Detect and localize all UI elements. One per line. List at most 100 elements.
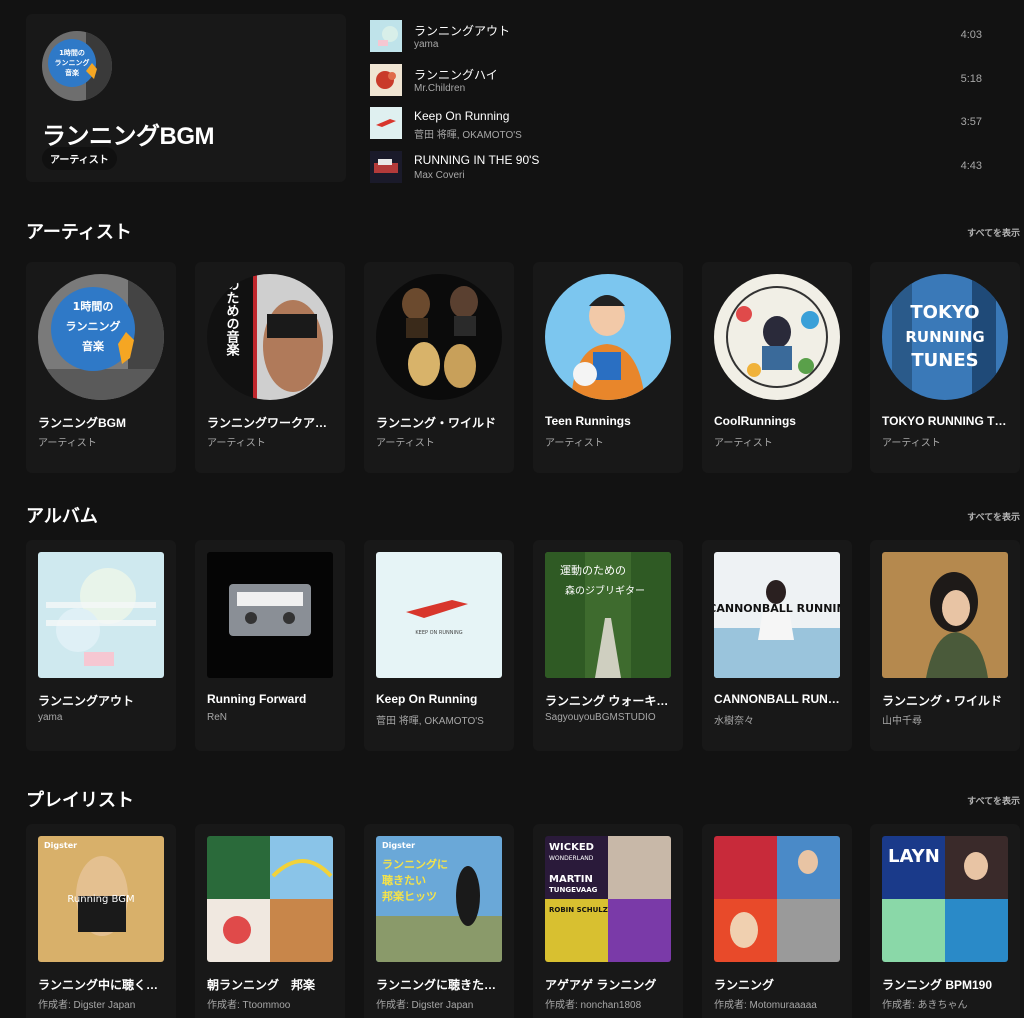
artist-card[interactable]: ランニング・ワイルド アーティスト bbox=[364, 262, 514, 473]
card-subtitle[interactable]: yama bbox=[38, 712, 166, 723]
art-text: CANNONBALL RUNNIN bbox=[714, 602, 840, 615]
album-cover bbox=[207, 552, 333, 678]
card-subtitle[interactable]: 山中千尋 bbox=[882, 712, 1010, 727]
song-title[interactable]: Keep On Running bbox=[414, 109, 509, 123]
playlist-card[interactable]: 朝ランニング 邦楽 作成者: Ttoommoo bbox=[195, 824, 345, 1018]
card-title[interactable]: TOKYO RUNNING T… bbox=[882, 414, 1010, 428]
card-title[interactable]: Keep On Running bbox=[376, 692, 504, 706]
song-title[interactable]: RUNNING IN THE 90'S bbox=[414, 153, 539, 167]
art-text: 森のジブリギター bbox=[565, 584, 645, 597]
card-title[interactable]: Running Forward bbox=[207, 692, 335, 706]
song-duration: 3:57 bbox=[960, 116, 982, 128]
art-text: Digster bbox=[382, 841, 415, 850]
album-card[interactable]: ランニング・ワイルド 山中千尋 bbox=[870, 540, 1020, 751]
art-text: 邦楽ヒッツ bbox=[382, 889, 437, 903]
song-artist[interactable]: Mr.Children bbox=[414, 83, 465, 94]
album-card[interactable]: ランニングアウト yama bbox=[26, 540, 176, 751]
card-title[interactable]: 朝ランニング 邦楽 bbox=[207, 976, 335, 993]
section-title[interactable]: アーティスト bbox=[26, 218, 132, 244]
song-row[interactable]: ランニングアウト yama 4:03 bbox=[370, 14, 990, 58]
song-artist[interactable]: yama bbox=[414, 39, 438, 50]
card-subtitle[interactable]: ReN bbox=[207, 712, 335, 723]
art-text: LAYN bbox=[888, 846, 940, 867]
art-text: TUNES bbox=[911, 350, 978, 371]
artist-card[interactable]: TOKYO RUNNING TUNES TOKYO RUNNING T… アーテ… bbox=[870, 262, 1020, 473]
art-text: 聴きたい bbox=[382, 873, 426, 887]
artist-card[interactable]: Teen Runnings アーティスト bbox=[533, 262, 683, 473]
card-subtitle[interactable]: 作成者: Motomuraaaaa bbox=[714, 996, 842, 1011]
song-title[interactable]: ランニングアウト bbox=[414, 22, 510, 39]
artist-card[interactable]: 1時間の ランニング 音楽 ランニングBGM アーティスト bbox=[26, 262, 176, 473]
album-cover: KEEP ON RUNNING bbox=[376, 552, 502, 678]
art-text: MARTIN bbox=[549, 874, 593, 885]
card-title[interactable]: ランニング・ワイルド bbox=[882, 692, 1010, 709]
card-title[interactable]: CoolRunnings bbox=[714, 414, 842, 428]
section-title[interactable]: アルバム bbox=[26, 502, 98, 528]
artist-image: 運動のための音楽 bbox=[207, 274, 333, 400]
card-title[interactable]: ランニング ウォーキ… bbox=[545, 692, 673, 709]
art-text: TOKYO bbox=[910, 302, 979, 323]
playlist-cover: Digster ランニングに 聴きたい 邦楽ヒッツ bbox=[376, 836, 502, 962]
card-title[interactable]: ランニングBGM bbox=[38, 414, 166, 431]
card-title[interactable]: ランニング・ワイルド bbox=[376, 414, 504, 431]
song-thumbnail bbox=[370, 150, 402, 183]
album-card[interactable]: Running Forward ReN bbox=[195, 540, 345, 751]
song-duration: 4:03 bbox=[960, 29, 982, 41]
art-text: Running BGM bbox=[67, 894, 134, 905]
album-cover bbox=[882, 552, 1008, 678]
card-title[interactable]: ランニング bbox=[714, 976, 842, 993]
art-text: 運動のための音楽 bbox=[224, 274, 241, 357]
playlist-card[interactable]: Digster ランニングに 聴きたい 邦楽ヒッツ ランニングに聴きた… 作成者… bbox=[364, 824, 514, 1018]
top-result-card[interactable]: 1時間の ランニング 音楽 ランニングBGM アーティスト bbox=[26, 14, 346, 182]
card-subtitle[interactable]: 作成者: Digster Japan bbox=[38, 996, 166, 1011]
card-subtitle: アーティスト bbox=[376, 438, 435, 449]
playlist-card[interactable]: WICKED WONDERLAND MARTIN TUNGEVAAG ROBIN… bbox=[533, 824, 683, 1018]
top-result-title[interactable]: ランニングBGM bbox=[42, 116, 215, 151]
top-avatar-line-1: 1時間の bbox=[59, 48, 85, 57]
card-title[interactable]: ランニングに聴きた… bbox=[376, 976, 504, 993]
card-title[interactable]: ランニング BPM190 bbox=[882, 976, 1010, 993]
playlist-card[interactable]: Digster Running BGM ランニング中に聴く… 作成者: Digs… bbox=[26, 824, 176, 1018]
show-all-link[interactable]: すべてを表示 bbox=[967, 794, 1020, 807]
playlist-cover bbox=[207, 836, 333, 962]
song-artist[interactable]: Max Coveri bbox=[414, 170, 465, 181]
card-title[interactable]: アゲアゲ ランニング bbox=[545, 976, 673, 993]
card-subtitle[interactable]: 水樹奈々 bbox=[714, 712, 842, 727]
card-title[interactable]: ランニング中に聴く… bbox=[38, 976, 166, 993]
artist-card[interactable]: 運動のための音楽 ランニングワークア… アーティスト bbox=[195, 262, 345, 473]
card-subtitle[interactable]: 作成者: Digster Japan bbox=[376, 996, 504, 1011]
show-all-link[interactable]: すべてを表示 bbox=[967, 226, 1020, 239]
album-card[interactable]: 運動のための 森のジブリギター ランニング ウォーキ… SagyouyouBGM… bbox=[533, 540, 683, 751]
card-title[interactable]: ランニングアウト bbox=[38, 692, 166, 709]
card-subtitle: アーティスト bbox=[38, 438, 97, 449]
art-text: 1時間の bbox=[73, 299, 114, 313]
card-subtitle: アーティスト bbox=[545, 438, 604, 449]
artist-image bbox=[714, 274, 840, 400]
playlist-card[interactable]: LAYN ランニング BPM190 作成者: あきちゃん bbox=[870, 824, 1020, 1018]
card-subtitle[interactable]: 作成者: Ttoommoo bbox=[207, 996, 335, 1011]
song-row[interactable]: ランニングハイ Mr.Children 5:18 bbox=[370, 58, 990, 102]
song-title[interactable]: ランニングハイ bbox=[414, 66, 498, 83]
card-subtitle[interactable]: 作成者: あきちゃん bbox=[882, 996, 1010, 1011]
card-title[interactable]: Teen Runnings bbox=[545, 414, 673, 428]
card-title[interactable]: ランニングワークア… bbox=[207, 414, 335, 431]
card-subtitle[interactable]: 菅田 将暉, OKAMOTO'S bbox=[376, 712, 504, 727]
show-all-link[interactable]: すべてを表示 bbox=[967, 510, 1020, 523]
card-subtitle: アーティスト bbox=[207, 438, 266, 449]
album-card[interactable]: KEEP ON RUNNING Keep On Running 菅田 将暉, O… bbox=[364, 540, 514, 751]
section-title[interactable]: プレイリスト bbox=[26, 786, 134, 812]
album-card[interactable]: CANNONBALL RUNNIN CANNONBALL RUN… 水樹奈々 bbox=[702, 540, 852, 751]
artist-image bbox=[376, 274, 502, 400]
card-subtitle[interactable]: SagyouyouBGMSTUDIO bbox=[545, 712, 673, 723]
top-result-type-badge: アーティスト bbox=[42, 147, 117, 170]
song-artist[interactable]: 菅田 将暉, OKAMOTO'S bbox=[414, 126, 522, 141]
card-subtitle[interactable]: 作成者: nonchan1808 bbox=[545, 996, 673, 1011]
song-row[interactable]: RUNNING IN THE 90'S Max Coveri 4:43 bbox=[370, 145, 990, 189]
card-title[interactable]: CANNONBALL RUN… bbox=[714, 692, 842, 706]
playlist-cover: WICKED WONDERLAND MARTIN TUNGEVAAG ROBIN… bbox=[545, 836, 671, 962]
song-duration: 5:18 bbox=[960, 72, 982, 85]
artist-card[interactable]: CoolRunnings アーティスト bbox=[702, 262, 852, 473]
art-text: 音楽 bbox=[82, 339, 105, 353]
song-row[interactable]: Keep On Running 菅田 将暉, OKAMOTO'S 3:57 bbox=[370, 101, 990, 145]
playlist-card[interactable]: ランニング 作成者: Motomuraaaaa bbox=[702, 824, 852, 1018]
